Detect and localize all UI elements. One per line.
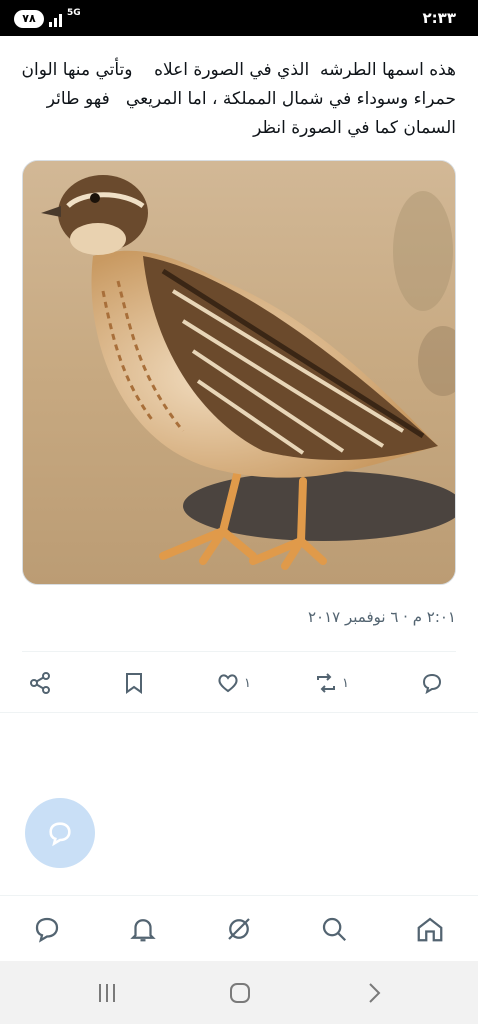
tab-home[interactable]	[414, 913, 446, 945]
tab-communities[interactable]	[223, 913, 255, 945]
communities-icon	[228, 918, 250, 940]
share-icon	[30, 672, 50, 694]
retweet-count: ١	[342, 675, 349, 691]
tweet-image[interactable]	[22, 160, 456, 585]
share-button[interactable]	[28, 669, 52, 697]
retweet-icon	[317, 673, 335, 693]
status-bar: ٧٨ 5G ٢:٣٣	[0, 0, 478, 36]
tweet-timestamp: ٢:٠١ م · ٦ نوفمبر ٢٠١٧	[308, 608, 456, 626]
bookmark-button[interactable]	[122, 669, 146, 697]
bookmark-icon	[126, 673, 142, 694]
retweet-button[interactable]: ١	[314, 669, 349, 697]
chat-bubble-icon	[49, 822, 71, 847]
battery-indicator: ٧٨	[14, 10, 44, 28]
back-button[interactable]	[360, 981, 388, 1005]
like-button[interactable]: ١	[216, 669, 251, 697]
quail-photo	[23, 161, 455, 584]
back-icon	[369, 983, 381, 1003]
status-time: ٢:٣٣	[422, 9, 456, 27]
compose-reply-button[interactable]	[25, 798, 95, 868]
like-count: ١	[244, 675, 251, 691]
home-circle-icon	[230, 983, 250, 1003]
search-icon	[322, 917, 347, 942]
tab-notifications[interactable]	[127, 913, 159, 945]
reply-button[interactable]	[420, 669, 448, 697]
divider	[0, 712, 478, 713]
bottom-tab-bar	[0, 895, 478, 961]
notifications-icon	[130, 919, 156, 942]
home-icon	[417, 917, 443, 942]
signal-icon	[49, 14, 62, 27]
home-system-button[interactable]	[226, 981, 254, 1005]
tab-messages[interactable]	[31, 913, 63, 945]
recents-icon	[99, 984, 115, 1002]
recents-button[interactable]	[93, 981, 121, 1005]
reply-icon	[422, 673, 442, 695]
system-navigation-bar	[0, 961, 478, 1024]
like-icon	[218, 674, 238, 693]
tweet-text: هذه اسمها الطرشه الذي في الصورة اعلاه وت…	[16, 60, 457, 138]
network-type: 5G	[67, 8, 81, 18]
messages-icon	[35, 917, 59, 943]
tab-search[interactable]	[318, 913, 350, 945]
divider	[22, 651, 456, 652]
tweet-actions: ١ ١	[0, 660, 478, 706]
